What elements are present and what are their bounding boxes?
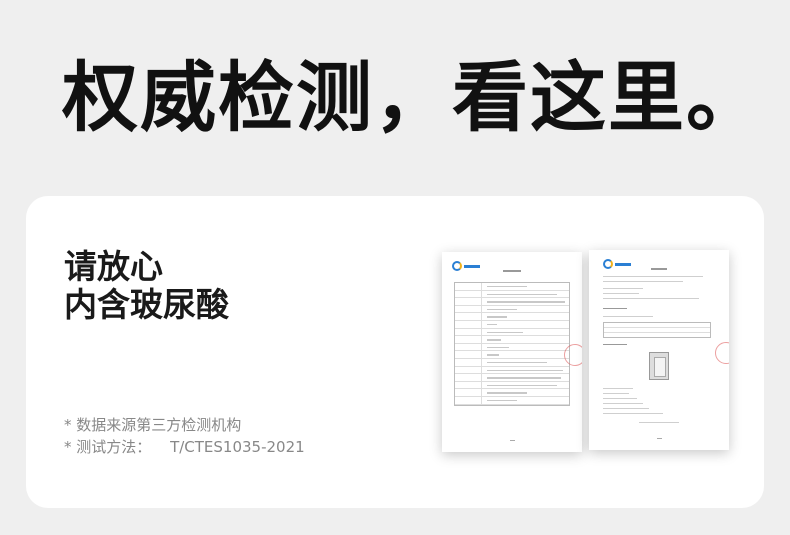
red-seal-stamp xyxy=(715,342,729,364)
note-source: * 数据来源第三方检测机构 xyxy=(64,416,242,434)
report-table xyxy=(454,282,570,406)
report-page-1-image xyxy=(442,252,582,452)
red-seal-stamp xyxy=(564,344,582,366)
product-photo xyxy=(649,352,669,380)
headline: 权威检测，看这里。 xyxy=(62,53,764,142)
report-page-2-image xyxy=(589,250,729,450)
slogan-line-1: 请放心 xyxy=(64,247,163,286)
note-method: * 测试方法： T/CTES1035-2021 xyxy=(64,436,305,458)
info-card: 请放心 内含玻尿酸 * 数据来源第三方检测机构 * 测试方法： T/CTES10… xyxy=(26,196,764,508)
slogan-line-2: 内含玻尿酸 xyxy=(64,285,229,324)
notes: * 数据来源第三方检测机构 * 测试方法： T/CTES1035-2021 xyxy=(64,414,305,458)
slogan: 请放心 内含玻尿酸 xyxy=(64,248,229,324)
note-method-label: * 测试方法： xyxy=(64,438,152,456)
note-method-value: T/CTES1035-2021 xyxy=(170,438,305,456)
